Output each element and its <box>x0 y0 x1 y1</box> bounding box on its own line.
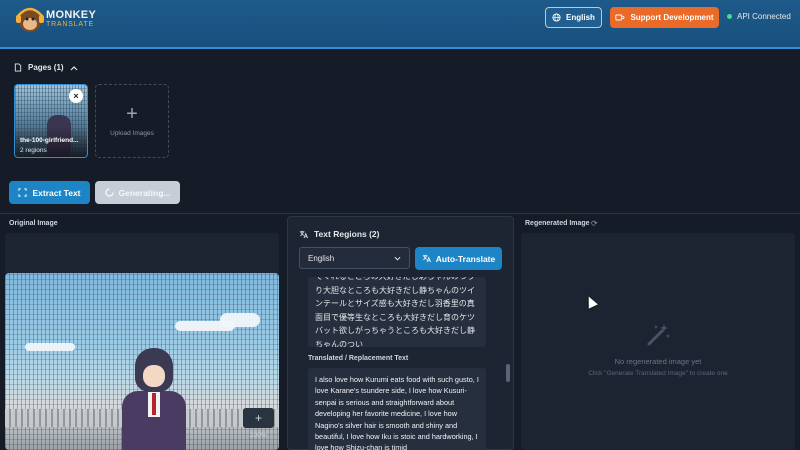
original-image-panel <box>5 233 279 450</box>
generating-button[interactable]: Generating... <box>95 181 180 204</box>
upload-images-button[interactable]: + Upload Images <box>95 84 169 158</box>
text-regions-heading: Text Regions (2) <box>314 229 380 239</box>
monkey-logo-icon <box>16 7 44 32</box>
brand-line-1: MONKEY <box>46 9 97 21</box>
pages-heading: Pages (1) <box>28 63 64 72</box>
target-language-value: English <box>308 253 335 263</box>
extract-text-button[interactable]: Extract Text <box>9 181 90 204</box>
chevron-up-icon <box>70 65 78 70</box>
api-status-label: API Connected <box>737 12 791 21</box>
coffee-icon <box>615 14 625 21</box>
translated-text: I also love how Kurumi eats food with su… <box>315 375 479 450</box>
original-image-label: Original Image <box>9 220 58 227</box>
refresh-icon: ⟳ <box>591 219 598 228</box>
file-icon <box>14 63 22 72</box>
page-thumbnail[interactable]: the-100-girlfriend... 2 regions × <box>14 84 88 158</box>
source-text: てくれるところの大好きだし彩ちゃんのつうり大胆なところも大好きだし静ちゃんのツイ… <box>315 277 475 347</box>
support-button-label: Support Development <box>630 13 714 22</box>
brand-line-2: TRANSLATE <box>46 21 94 28</box>
page-name: the-100-girlfriend... <box>20 137 79 144</box>
empty-state-hint: Click "Generate Translated Image" to cre… <box>588 370 728 377</box>
source-text-box[interactable]: てくれるところの大好きだし彩ちゃんのつうり大胆なところも大好きだし静ちゃんのツイ… <box>308 277 486 347</box>
page-regions: 2 regions <box>20 147 47 154</box>
zoom-level: 100% <box>250 432 267 439</box>
translated-text-box[interactable]: I also love how Kurumi eats food with su… <box>308 368 486 450</box>
divider <box>0 213 800 214</box>
zoom-in-button[interactable]: + <box>243 408 274 428</box>
magic-wand-icon <box>645 322 671 354</box>
generating-label: Generating... <box>118 187 171 198</box>
regenerated-image-label: Regenerated Image <box>525 220 590 227</box>
zoom-in-icon: + <box>254 411 262 425</box>
plus-icon: + <box>126 102 138 125</box>
translate-icon <box>422 254 431 263</box>
language-button[interactable]: English <box>545 7 602 28</box>
scan-icon <box>18 188 28 197</box>
translated-text-label: Translated / Replacement Text <box>308 355 409 362</box>
original-image[interactable] <box>5 273 279 450</box>
support-development-button[interactable]: Support Development <box>610 7 719 28</box>
translate-icon <box>299 230 308 238</box>
empty-state-title: No regenerated image yet <box>614 357 702 366</box>
remove-page-button[interactable]: × <box>69 89 83 103</box>
scrollbar-thumb[interactable] <box>506 364 510 382</box>
chevron-down-icon <box>394 256 401 261</box>
text-regions-panel: Text Regions (2) English Auto-Translate … <box>287 216 514 450</box>
target-language-select[interactable]: English <box>299 247 410 269</box>
globe-icon <box>552 13 561 22</box>
extract-text-label: Extract Text <box>32 187 81 198</box>
app-header: MONKEY TRANSLATE English Support Develop… <box>0 0 800 49</box>
upload-images-label: Upload Images <box>110 129 154 137</box>
brand-name: MONKEY TRANSLATE <box>46 10 96 30</box>
spinner-icon <box>104 188 114 197</box>
auto-translate-label: Auto-Translate <box>435 253 496 264</box>
language-button-label: English <box>566 13 595 22</box>
status-dot-icon <box>727 14 732 19</box>
text-regions-header: Text Regions (2) <box>299 229 380 239</box>
pages-toggle[interactable]: Pages (1) <box>14 63 78 72</box>
api-status: API Connected <box>727 12 791 21</box>
close-icon: × <box>73 91 79 101</box>
auto-translate-button[interactable]: Auto-Translate <box>415 247 502 270</box>
